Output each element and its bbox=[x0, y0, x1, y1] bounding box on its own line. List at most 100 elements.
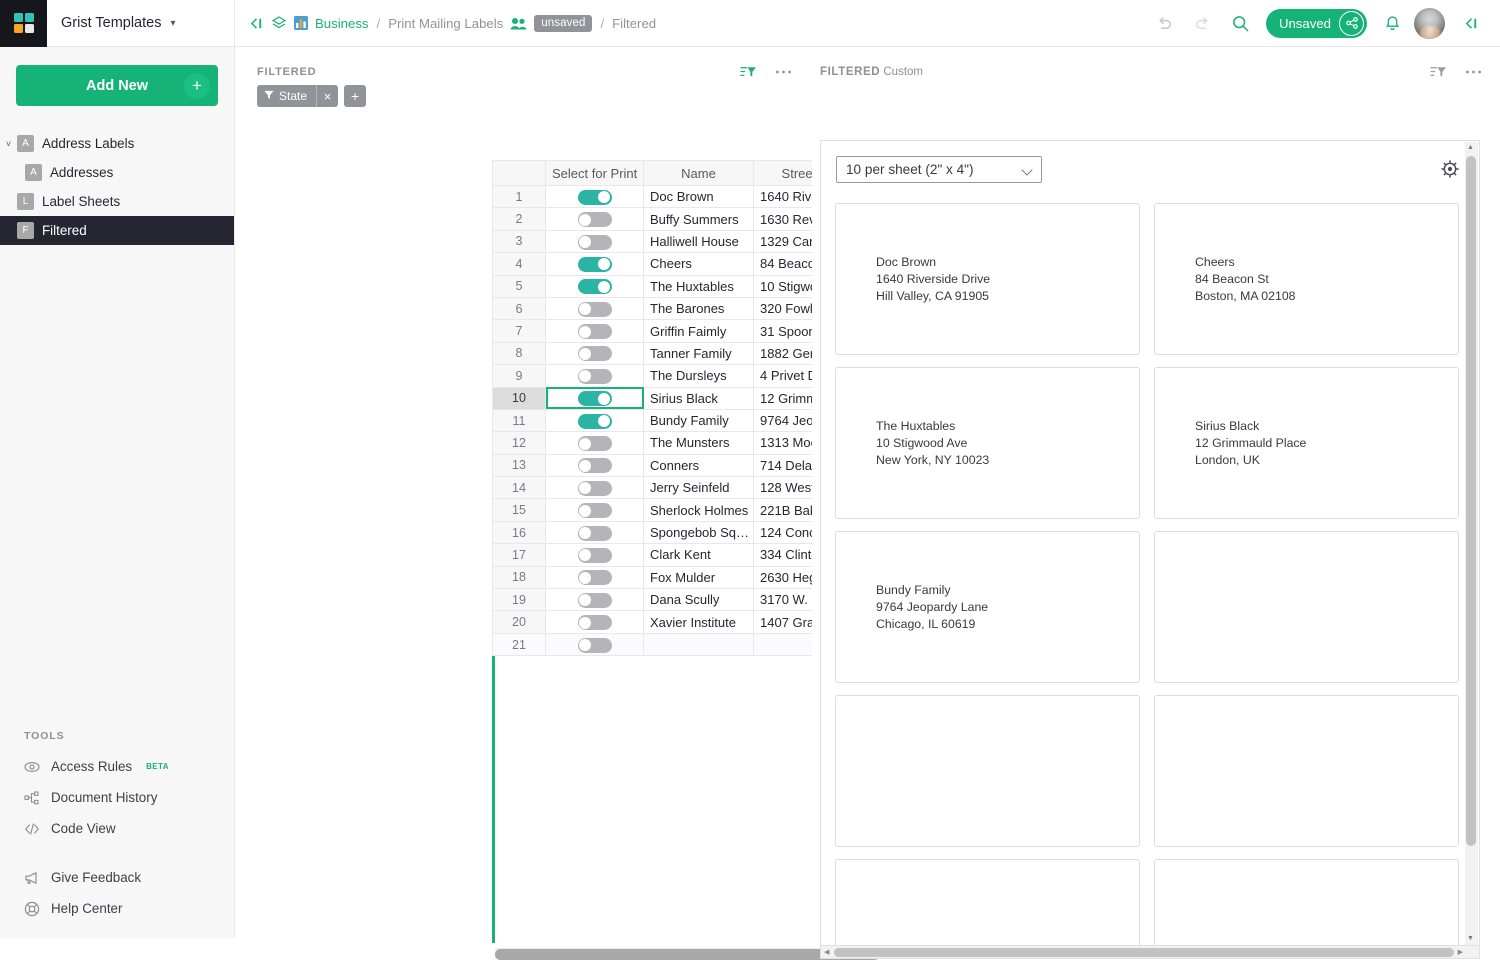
three-dots-menu-icon[interactable] bbox=[775, 69, 792, 75]
print-toggle[interactable] bbox=[578, 235, 612, 250]
cell-select-for-print[interactable] bbox=[546, 409, 644, 431]
row-number[interactable]: 6 bbox=[493, 297, 546, 319]
cell-name[interactable]: The Dursleys bbox=[644, 365, 754, 387]
print-toggle[interactable] bbox=[578, 369, 612, 384]
row-number[interactable]: 8 bbox=[493, 342, 546, 364]
cell-name[interactable]: Buffy Summers bbox=[644, 208, 754, 230]
cell-select-for-print[interactable] bbox=[546, 208, 644, 230]
sheet-layout-select[interactable]: 10 per sheet (2" x 4") bbox=[836, 156, 1042, 183]
close-icon[interactable]: × bbox=[316, 85, 338, 107]
cell-select-for-print[interactable] bbox=[546, 297, 644, 319]
row-number[interactable]: 3 bbox=[493, 230, 546, 252]
tool-code-view[interactable]: Code View bbox=[0, 813, 235, 844]
cell-name[interactable]: Griffin Faimly bbox=[644, 320, 754, 342]
cell-select-for-print[interactable] bbox=[546, 633, 644, 655]
add-new-button[interactable]: Add New + bbox=[16, 65, 218, 106]
cell-name[interactable]: Doc Brown bbox=[644, 186, 754, 208]
cell-select-for-print[interactable] bbox=[546, 320, 644, 342]
row-number[interactable]: 1 bbox=[493, 186, 546, 208]
column-header-select-for-print[interactable]: Select for Print bbox=[546, 161, 644, 186]
cell-name[interactable]: Fox Mulder bbox=[644, 566, 754, 588]
row-number[interactable]: 21 bbox=[493, 633, 546, 655]
print-toggle[interactable] bbox=[578, 638, 612, 653]
cell-select-for-print[interactable] bbox=[546, 521, 644, 543]
breadcrumb-document[interactable]: Print Mailing Labels bbox=[388, 16, 503, 31]
cell-name[interactable]: Halliwell House bbox=[644, 230, 754, 252]
print-toggle[interactable] bbox=[578, 190, 612, 205]
print-toggle[interactable] bbox=[578, 570, 612, 585]
row-number[interactable]: 9 bbox=[493, 365, 546, 387]
cell-select-for-print[interactable] bbox=[546, 611, 644, 633]
cell-select-for-print[interactable] bbox=[546, 499, 644, 521]
row-number[interactable]: 15 bbox=[493, 499, 546, 521]
print-toggle[interactable] bbox=[578, 503, 612, 518]
cell-select-for-print[interactable] bbox=[546, 186, 644, 208]
print-toggle[interactable] bbox=[578, 257, 612, 272]
cell-name[interactable]: Jerry Seinfeld bbox=[644, 477, 754, 499]
scroll-left-arrow-icon[interactable]: ◀ bbox=[824, 948, 829, 956]
cell-name[interactable]: Sherlock Holmes bbox=[644, 499, 754, 521]
cell-name[interactable]: Xavier Institute bbox=[644, 611, 754, 633]
row-number[interactable]: 13 bbox=[493, 454, 546, 476]
row-number[interactable]: 12 bbox=[493, 432, 546, 454]
row-number[interactable]: 5 bbox=[493, 275, 546, 297]
print-toggle[interactable] bbox=[578, 593, 612, 608]
cell-select-for-print[interactable] bbox=[546, 454, 644, 476]
row-number[interactable]: 16 bbox=[493, 521, 546, 543]
sidebar-item-address-labels[interactable]: ˅ A Address Labels bbox=[0, 129, 234, 158]
workspace-stack-icon[interactable] bbox=[271, 15, 287, 31]
cell-select-for-print[interactable] bbox=[546, 544, 644, 566]
print-toggle[interactable] bbox=[578, 615, 612, 630]
print-toggle[interactable] bbox=[578, 212, 612, 227]
print-toggle[interactable] bbox=[578, 526, 612, 541]
cell-name[interactable]: Clark Kent bbox=[644, 544, 754, 566]
row-number[interactable]: 14 bbox=[493, 477, 546, 499]
sidebar-item-label-sheets[interactable]: L Label Sheets bbox=[0, 187, 234, 216]
row-number[interactable]: 18 bbox=[493, 566, 546, 588]
cell-select-for-print[interactable] bbox=[546, 477, 644, 499]
cell-name[interactable]: Conners bbox=[644, 454, 754, 476]
custom-widget-vertical-scrollbar[interactable]: ▲ ▼ bbox=[1465, 142, 1478, 946]
cell-select-for-print[interactable] bbox=[546, 566, 644, 588]
cell-name[interactable]: Spongebob Sq… bbox=[644, 521, 754, 543]
print-toggle[interactable] bbox=[578, 391, 612, 406]
cell-name[interactable]: Tanner Family bbox=[644, 342, 754, 364]
print-toggle[interactable] bbox=[578, 346, 612, 361]
plus-icon[interactable]: + bbox=[184, 73, 210, 99]
cell-select-for-print[interactable] bbox=[546, 342, 644, 364]
custom-widget-horizontal-scroll-thumb[interactable] bbox=[834, 948, 1454, 957]
row-number[interactable]: 11 bbox=[493, 409, 546, 431]
row-number[interactable]: 20 bbox=[493, 611, 546, 633]
share-icon[interactable] bbox=[1339, 11, 1364, 36]
print-toggle[interactable] bbox=[578, 436, 612, 451]
three-dots-menu-icon[interactable] bbox=[1465, 69, 1482, 75]
scroll-up-arrow-icon[interactable]: ▲ bbox=[1466, 144, 1475, 151]
row-number[interactable]: 10 bbox=[493, 387, 546, 409]
row-number[interactable]: 2 bbox=[493, 208, 546, 230]
cell-name[interactable]: Cheers bbox=[644, 253, 754, 275]
print-toggle[interactable] bbox=[578, 279, 612, 294]
cell-select-for-print[interactable] bbox=[546, 589, 644, 611]
collapse-left-icon[interactable] bbox=[249, 16, 264, 31]
settings-gear-icon[interactable] bbox=[1439, 156, 1461, 185]
search-icon[interactable] bbox=[1222, 0, 1260, 47]
cell-select-for-print[interactable] bbox=[546, 387, 644, 409]
cell-name[interactable]: The Munsters bbox=[644, 432, 754, 454]
breadcrumb-workspace[interactable]: Business bbox=[315, 16, 369, 31]
tool-document-history[interactable]: Document History bbox=[0, 782, 235, 813]
print-toggle[interactable] bbox=[578, 548, 612, 563]
row-number[interactable]: 4 bbox=[493, 253, 546, 275]
org-selector[interactable]: Grist Templates ▾ bbox=[47, 0, 235, 47]
sort-and-filter-icon[interactable] bbox=[1430, 64, 1447, 81]
notification-bell-icon[interactable] bbox=[1373, 0, 1411, 47]
column-header-rownum[interactable] bbox=[493, 161, 546, 186]
cell-select-for-print[interactable] bbox=[546, 230, 644, 252]
print-toggle[interactable] bbox=[578, 302, 612, 317]
unsaved-share-button[interactable]: Unsaved bbox=[1266, 9, 1367, 38]
print-toggle[interactable] bbox=[578, 324, 612, 339]
cell-name[interactable]: The Barones bbox=[644, 297, 754, 319]
avatar[interactable] bbox=[1414, 8, 1445, 39]
sidebar-item-addresses[interactable]: A Addresses bbox=[0, 158, 234, 187]
scroll-down-arrow-icon[interactable]: ▼ bbox=[1466, 935, 1475, 942]
cell-name[interactable]: Bundy Family bbox=[644, 409, 754, 431]
